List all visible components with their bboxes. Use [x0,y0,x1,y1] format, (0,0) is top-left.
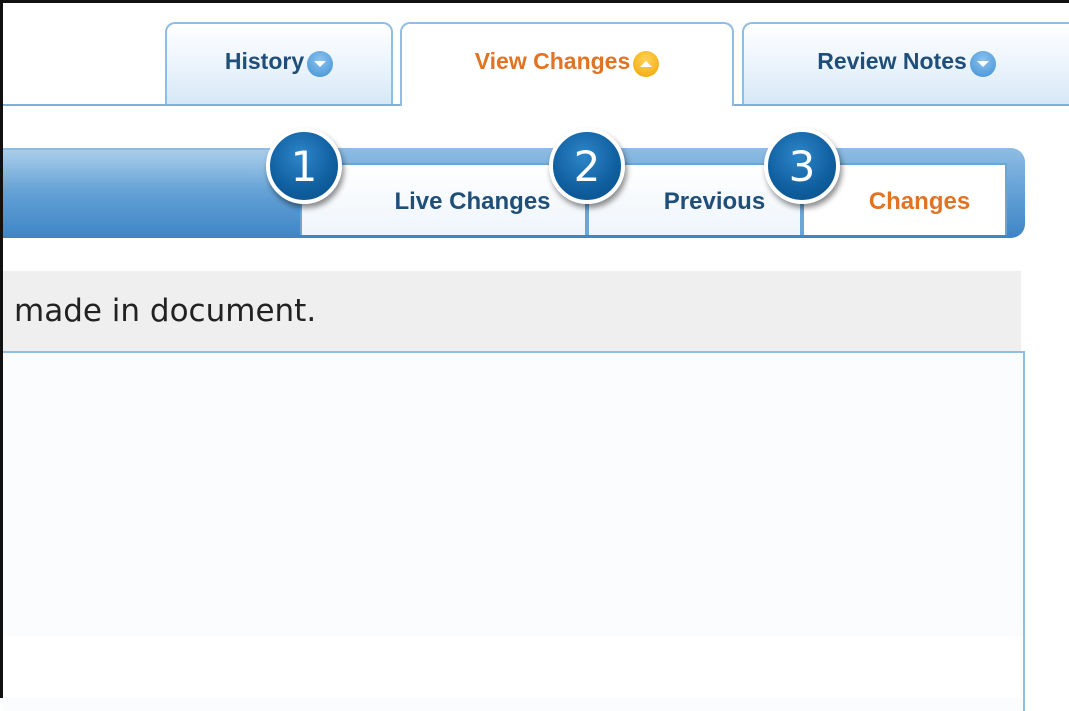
callout-badge-1: 1 [266,128,342,204]
chevron-down-icon [969,51,996,77]
chevron-up-icon [633,51,660,77]
status-message-text: made in document. [14,293,317,329]
tab-review-notes[interactable]: Review Notes [742,22,1069,104]
callout-badge-2: 2 [549,128,625,204]
tab-view-changes-label: View Changes [474,48,631,74]
tab-history[interactable]: History [165,22,393,104]
window-frame-top [0,0,1069,3]
tab-review-notes-label: Review Notes [817,48,967,74]
status-message-bar: made in document. [3,271,1021,351]
subtab-previous-label: Previous [663,188,766,215]
callout-badge-3: 3 [764,128,840,204]
subtab-changes-label: Changes [868,188,971,215]
tab-view-changes[interactable]: View Changes [400,22,734,106]
chevron-down-icon [307,51,334,77]
subtab-live-changes-label: Live Changes [394,188,551,215]
subtab-live-changes[interactable]: Live Changes [300,163,587,235]
sub-tab-band-shine [3,150,303,190]
tab-history-label: History [224,48,305,74]
content-panel-lower-area [3,636,1023,698]
